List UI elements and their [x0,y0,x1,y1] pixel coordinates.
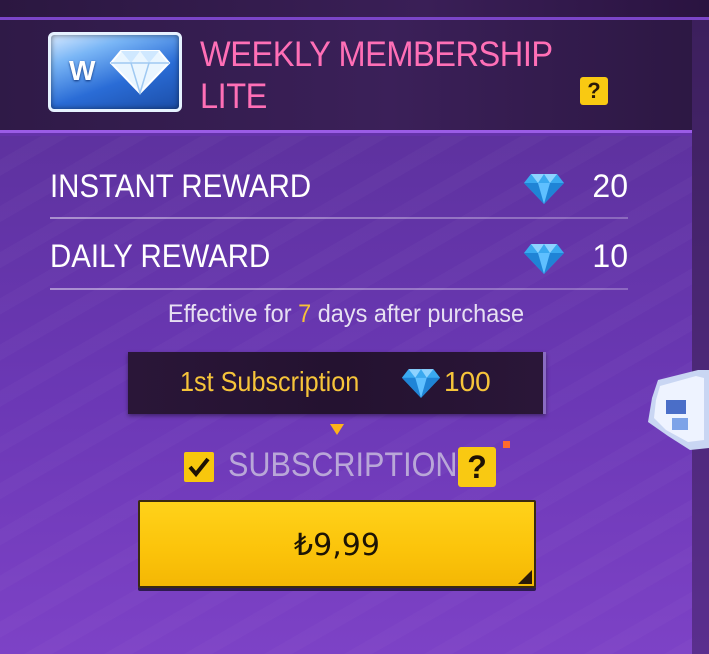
notification-dot [503,441,510,448]
diamond-icon [524,244,564,274]
down-arrow-icon [330,424,344,435]
diamond-icon [401,369,441,398]
purchase-button[interactable]: ₺9,99 [138,500,536,588]
first-subscription-label: 1st Subscription [180,366,360,397]
effective-duration-text: Effective for 7 days after purchase [21,300,671,329]
first-subscription-price: 100 [444,366,491,397]
effective-suffix: days after purchase [311,300,525,328]
reward-label: DAILY REWARD [50,238,271,274]
help-button[interactable]: ? [580,77,608,105]
reward-label: INSTANT REWARD [50,168,312,204]
page-title: WEEKLY MEMBERSHIP LITE [200,34,553,118]
effective-days: 7 [298,300,312,328]
check-icon [188,457,210,478]
membership-badge: W [48,32,182,112]
purchase-price: ₺9,99 [294,528,380,563]
top-strip [0,0,709,20]
row-divider [50,288,628,290]
badge-letter: W [69,55,96,86]
reward-amount: 20 [592,168,628,204]
subscription-checkbox[interactable] [184,452,214,482]
diamond-icon [109,50,171,95]
right-edge-decoration [692,20,709,654]
diamond-icon [524,174,564,204]
title-line-2: LITE [200,77,267,116]
first-subscription-banner: 1st Subscription 100 [128,352,546,414]
row-divider [50,217,628,219]
title-line-1: WEEKLY MEMBERSHIP [200,35,553,74]
membership-header: W WEEKLY MEMBERSHIP LITE ? [0,20,709,133]
reward-row-instant: INSTANT REWARD 20 [50,160,628,212]
reward-row-daily: DAILY REWARD 10 [50,230,628,282]
decorative-bracket-icon [648,370,709,450]
corner-mark-icon [518,570,532,584]
effective-prefix: Effective for [167,300,299,328]
reward-amount: 10 [592,238,628,274]
subscription-label[interactable]: SUBSCRIPTION [228,446,458,485]
subscription-help-button[interactable]: ? [458,447,496,487]
